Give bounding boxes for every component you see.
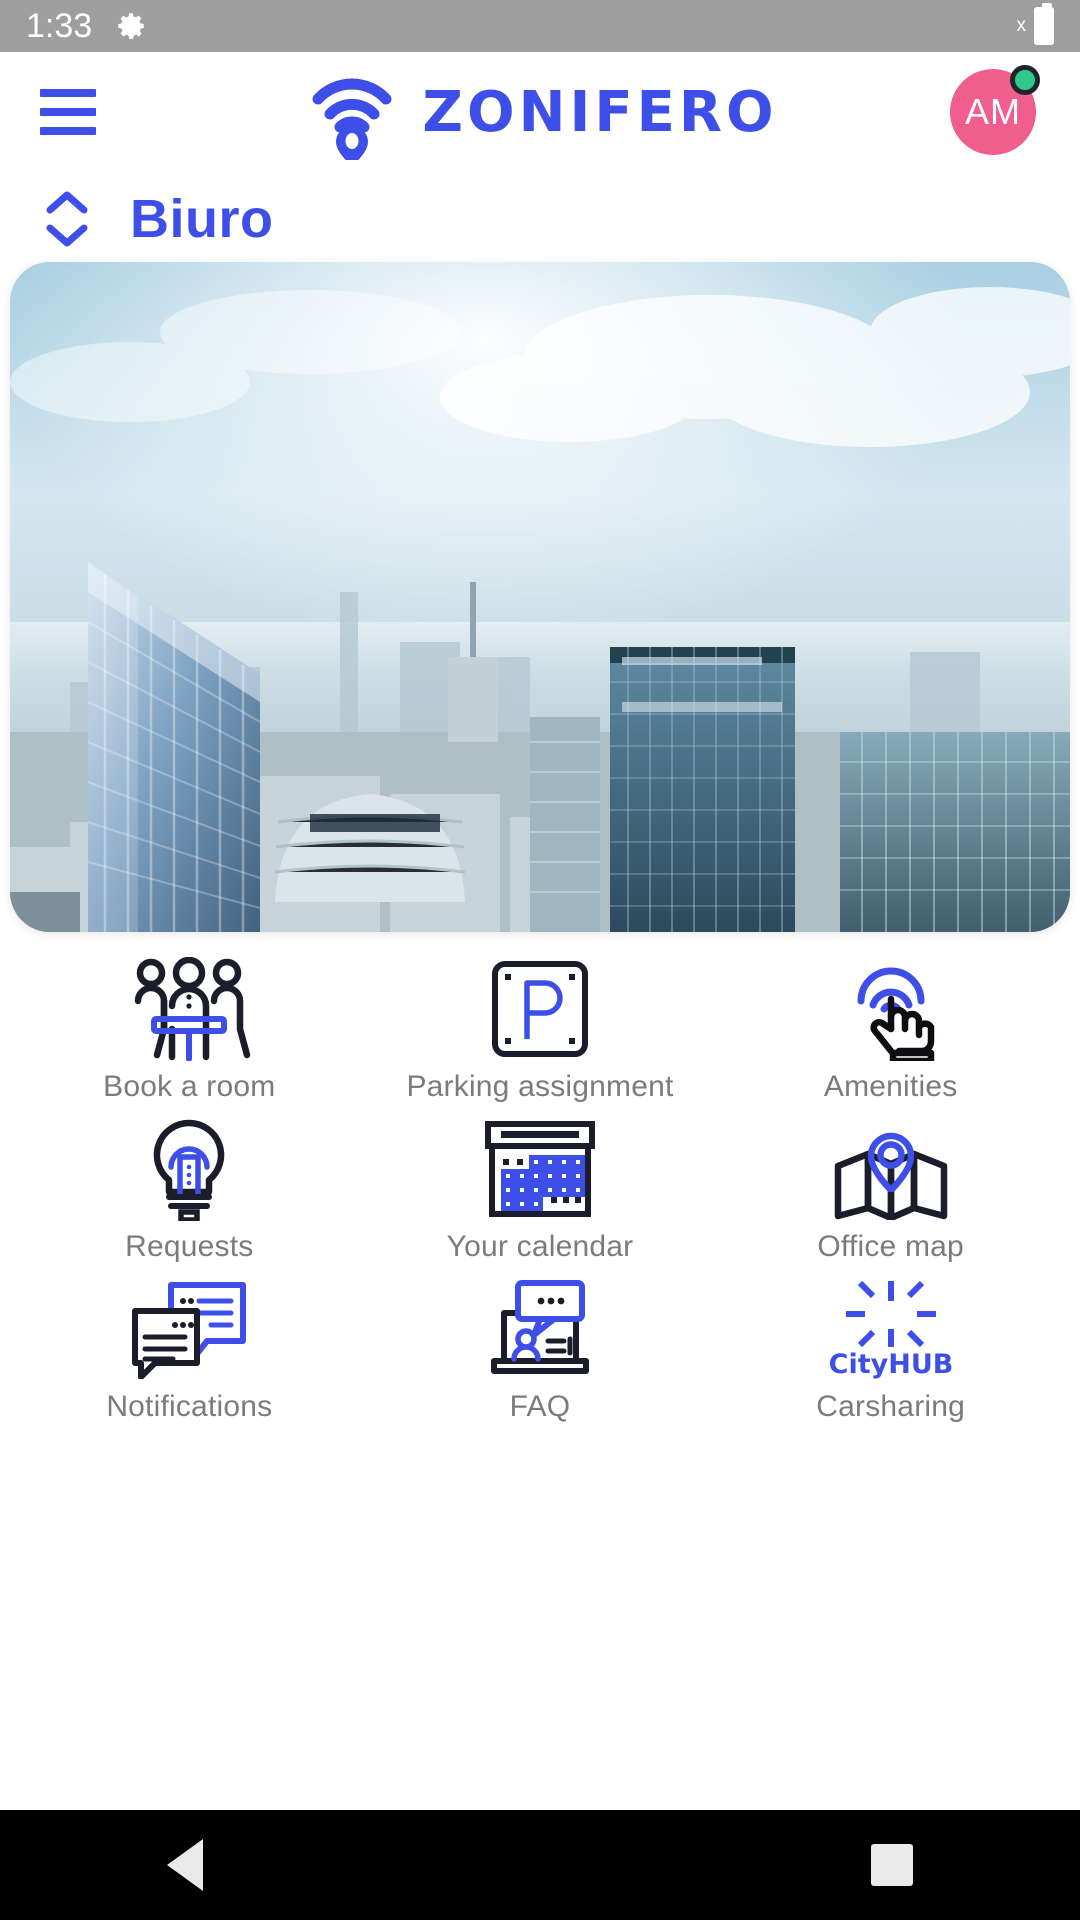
location-selector[interactable]: Biuro xyxy=(0,172,1080,262)
folded-map-pin-icon xyxy=(833,1120,949,1220)
tile-label: Requests xyxy=(125,1230,254,1263)
battery-icon xyxy=(1034,3,1054,45)
app-bar: ZONIFERO AM xyxy=(0,52,1080,172)
no-sim-x-icon: x xyxy=(1016,15,1027,36)
chevron-up-down-icon[interactable] xyxy=(44,189,90,249)
hero-image[interactable] xyxy=(10,262,1070,932)
calendar-icon xyxy=(484,1120,595,1218)
tile-label: Parking assignment xyxy=(406,1070,674,1103)
tile-amenities[interactable]: Amenities xyxy=(715,960,1066,1120)
brand-lockup: ZONIFERO xyxy=(0,52,1080,172)
laptop-person-chat-icon xyxy=(488,1280,592,1378)
cityhub-starburst-icon: CityHUB xyxy=(826,1280,956,1380)
tile-notifications[interactable]: Notifications xyxy=(14,1280,365,1440)
hamburger-menu-icon[interactable] xyxy=(40,89,96,135)
tile-faq[interactable]: FAQ xyxy=(365,1280,716,1440)
system-nav-bar xyxy=(0,1810,1080,1920)
tap-gesture-icon xyxy=(839,960,943,1061)
recents-button[interactable] xyxy=(871,1844,913,1886)
hero-image-container xyxy=(0,262,1080,932)
feature-grid: Book a room Parking assignment Amenities… xyxy=(0,932,1080,1810)
brand-name: ZONIFERO xyxy=(422,79,778,145)
people-at-table-icon xyxy=(126,957,252,1061)
zonifero-wifi-pin-icon xyxy=(302,64,402,160)
cityhub-wordmark: CityHUB xyxy=(828,1349,953,1380)
gear-icon xyxy=(114,9,148,43)
tile-carsharing[interactable]: CityHUB Carsharing xyxy=(715,1280,1066,1440)
presence-online-indicator xyxy=(1010,65,1040,95)
tile-requests[interactable]: Requests xyxy=(14,1119,365,1280)
tile-label: Book a room xyxy=(103,1070,276,1103)
tile-office-map[interactable]: Office map xyxy=(715,1120,1066,1280)
status-bar-clock: 1:33 xyxy=(26,7,93,45)
tile-label: Office map xyxy=(817,1230,964,1263)
app-screen: 1:33 x ZONIFERO AM Biuro Book a room Par… xyxy=(0,0,1080,1920)
tile-your-calendar[interactable]: Your calendar xyxy=(365,1120,716,1280)
chat-bubbles-icon xyxy=(131,1280,247,1379)
tile-label: Carsharing xyxy=(816,1390,966,1423)
tile-label: Notifications xyxy=(106,1390,273,1423)
lightbulb-icon xyxy=(142,1119,236,1221)
parking-sign-icon xyxy=(490,960,590,1058)
tile-label: FAQ xyxy=(509,1390,571,1423)
back-button[interactable] xyxy=(167,1839,203,1891)
status-bar: 1:33 x xyxy=(0,0,1080,52)
tile-label: Amenities xyxy=(823,1070,958,1103)
location-name[interactable]: Biuro xyxy=(130,188,274,250)
tile-book-a-room[interactable]: Book a room xyxy=(14,957,365,1120)
avatar[interactable]: AM xyxy=(950,65,1040,155)
tile-parking-assignment[interactable]: Parking assignment xyxy=(365,960,716,1120)
tile-label: Your calendar xyxy=(446,1230,634,1263)
